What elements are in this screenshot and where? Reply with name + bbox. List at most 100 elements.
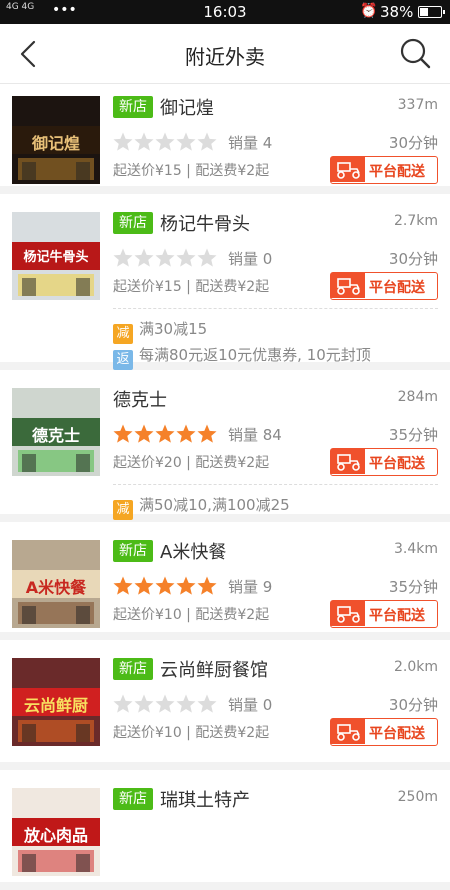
shop-distance: 2.0km bbox=[393, 659, 438, 675]
shop-name[interactable]: A米快餐 bbox=[160, 538, 226, 564]
scooter-icon bbox=[331, 601, 365, 626]
delivery-time: 30分钟 bbox=[388, 250, 438, 268]
shop-list-item[interactable]: 杨记牛骨头 新店 杨记牛骨头 2.7km 销量 0 30分钟 起送价¥15 | 配送费¥2起… bbox=[0, 194, 450, 370]
shop-list-item[interactable]: 放心肉品 新店 瑞琪土特产 250m bbox=[0, 770, 450, 890]
shop-thumbnail[interactable]: 御记煌 bbox=[12, 96, 100, 184]
shop-thumbnail[interactable]: 杨记牛骨头 bbox=[12, 212, 100, 300]
promo-row: 减满30减15 bbox=[113, 318, 207, 344]
shop-thumbnail-sign-text: 放心肉品 bbox=[23, 826, 88, 845]
star-empty-icon bbox=[176, 694, 196, 713]
star-empty-icon bbox=[113, 248, 133, 267]
platform-delivery-badge: 平台配送 bbox=[330, 156, 438, 184]
star-filled-icon bbox=[113, 424, 133, 443]
platform-delivery-label: 平台配送 bbox=[369, 280, 425, 296]
promo-badge: 返 bbox=[113, 350, 133, 370]
shop-thumbnail-sign-text: 杨记牛骨头 bbox=[23, 250, 89, 265]
delivery-time: 35分钟 bbox=[388, 578, 438, 596]
scooter-icon bbox=[331, 449, 365, 474]
sales-count: 销量 4 bbox=[228, 134, 273, 152]
platform-delivery-badge: 平台配送 bbox=[330, 600, 438, 628]
new-shop-tag: 新店 bbox=[113, 658, 153, 680]
star-empty-icon bbox=[176, 132, 196, 151]
new-shop-tag: 新店 bbox=[113, 788, 153, 810]
sales-count: 销量 84 bbox=[228, 426, 282, 444]
star-empty-icon bbox=[134, 694, 154, 713]
star-empty-icon bbox=[113, 694, 133, 713]
shop-thumbnail[interactable]: 云尚鲜厨 bbox=[12, 658, 100, 746]
shop-distance: 2.7km bbox=[393, 213, 438, 229]
promo-text: 每满80元返10元优惠券, 10元封顶 bbox=[139, 346, 371, 364]
rating-stars bbox=[113, 694, 217, 713]
fee-info: 起送价¥20 | 配送费¥2起 bbox=[113, 455, 270, 471]
star-filled-icon bbox=[197, 576, 217, 595]
new-shop-tag: 新店 bbox=[113, 96, 153, 118]
fee-info: 起送价¥10 | 配送费¥2起 bbox=[113, 725, 270, 741]
star-filled-icon bbox=[134, 576, 154, 595]
shop-name[interactable]: 云尚鲜厨餐馆 bbox=[160, 656, 268, 682]
status-bar: 4G 4G ••• 16:03 ⏰ 38% bbox=[0, 0, 450, 24]
new-shop-tag: 新店 bbox=[113, 212, 153, 234]
shop-thumbnail-sign-text: 御记煌 bbox=[31, 134, 80, 153]
star-empty-icon bbox=[197, 132, 217, 151]
star-empty-icon bbox=[113, 132, 133, 151]
battery-percent: 38% bbox=[380, 3, 414, 21]
promo-text: 满50减10,满100减25 bbox=[139, 496, 290, 514]
platform-delivery-label: 平台配送 bbox=[369, 608, 425, 624]
scooter-icon bbox=[331, 273, 365, 298]
rating-stars bbox=[113, 576, 217, 595]
shop-list-item[interactable]: 德克士 德克士 284m 销量 84 35分钟 起送价¥20 | 配送费¥2起 平台配送减… bbox=[0, 370, 450, 522]
fee-info: 起送价¥15 | 配送费¥2起 bbox=[113, 163, 270, 179]
nav-bar: 附近外卖 bbox=[0, 24, 450, 84]
shop-name[interactable]: 杨记牛骨头 bbox=[160, 210, 250, 236]
star-empty-icon bbox=[197, 248, 217, 267]
star-filled-icon bbox=[176, 424, 196, 443]
promo-divider bbox=[113, 308, 438, 309]
shop-name[interactable]: 瑞琪土特产 bbox=[160, 786, 250, 812]
shop-thumbnail-sign-text: 德克士 bbox=[31, 426, 80, 445]
star-filled-icon bbox=[197, 424, 217, 443]
platform-delivery-label: 平台配送 bbox=[369, 726, 425, 742]
shop-distance: 284m bbox=[397, 389, 438, 405]
rating-stars bbox=[113, 248, 217, 267]
star-empty-icon bbox=[155, 248, 175, 267]
scooter-icon bbox=[331, 157, 365, 182]
shop-distance: 337m bbox=[397, 97, 438, 113]
star-empty-icon bbox=[155, 132, 175, 151]
delivery-time: 30分钟 bbox=[388, 134, 438, 152]
star-empty-icon bbox=[176, 248, 196, 267]
sales-count: 销量 9 bbox=[228, 578, 273, 596]
shop-list-item[interactable]: A米快餐 新店 A米快餐 3.4km 销量 9 35分钟 起送价¥10 | 配送费¥2起 平… bbox=[0, 522, 450, 640]
star-filled-icon bbox=[113, 576, 133, 595]
promo-badge: 减 bbox=[113, 500, 133, 520]
sales-count: 销量 0 bbox=[228, 696, 273, 714]
platform-delivery-badge: 平台配送 bbox=[330, 272, 438, 300]
fee-info: 起送价¥10 | 配送费¥2起 bbox=[113, 607, 270, 623]
star-filled-icon bbox=[176, 576, 196, 595]
shop-name[interactable]: 御记煌 bbox=[160, 94, 214, 120]
shop-thumbnail[interactable]: 德克士 bbox=[12, 388, 100, 476]
shop-thumbnail-sign-text: A米快餐 bbox=[25, 578, 87, 597]
platform-delivery-label: 平台配送 bbox=[369, 456, 425, 472]
shop-thumbnail[interactable]: 放心肉品 bbox=[12, 788, 100, 876]
battery-icon bbox=[418, 6, 445, 18]
star-filled-icon bbox=[155, 576, 175, 595]
promo-divider bbox=[113, 484, 438, 485]
star-filled-icon bbox=[134, 424, 154, 443]
shop-name[interactable]: 德克士 bbox=[113, 386, 167, 412]
fee-info: 起送价¥15 | 配送费¥2起 bbox=[113, 279, 270, 295]
shop-thumbnail[interactable]: A米快餐 bbox=[12, 540, 100, 628]
sales-count: 销量 0 bbox=[228, 250, 273, 268]
rating-stars bbox=[113, 132, 217, 151]
shop-list-item[interactable]: 云尚鲜厨 新店 云尚鲜厨餐馆 2.0km 销量 0 30分钟 起送价¥10 | 配送费¥2起… bbox=[0, 640, 450, 770]
page-title: 附近外卖 bbox=[185, 45, 265, 69]
platform-delivery-badge: 平台配送 bbox=[330, 718, 438, 746]
shop-distance: 250m bbox=[397, 789, 438, 805]
star-empty-icon bbox=[197, 694, 217, 713]
search-icon[interactable] bbox=[398, 36, 432, 70]
new-shop-tag: 新店 bbox=[113, 540, 153, 562]
promo-badge: 减 bbox=[113, 324, 133, 344]
shop-list-item[interactable]: 御记煌 新店 御记煌 337m 销量 4 30分钟 起送价¥15 | 配送费¥2起 平台配送 bbox=[0, 84, 450, 194]
platform-delivery-badge: 平台配送 bbox=[330, 448, 438, 476]
shop-distance: 3.4km bbox=[393, 541, 438, 557]
star-filled-icon bbox=[155, 424, 175, 443]
